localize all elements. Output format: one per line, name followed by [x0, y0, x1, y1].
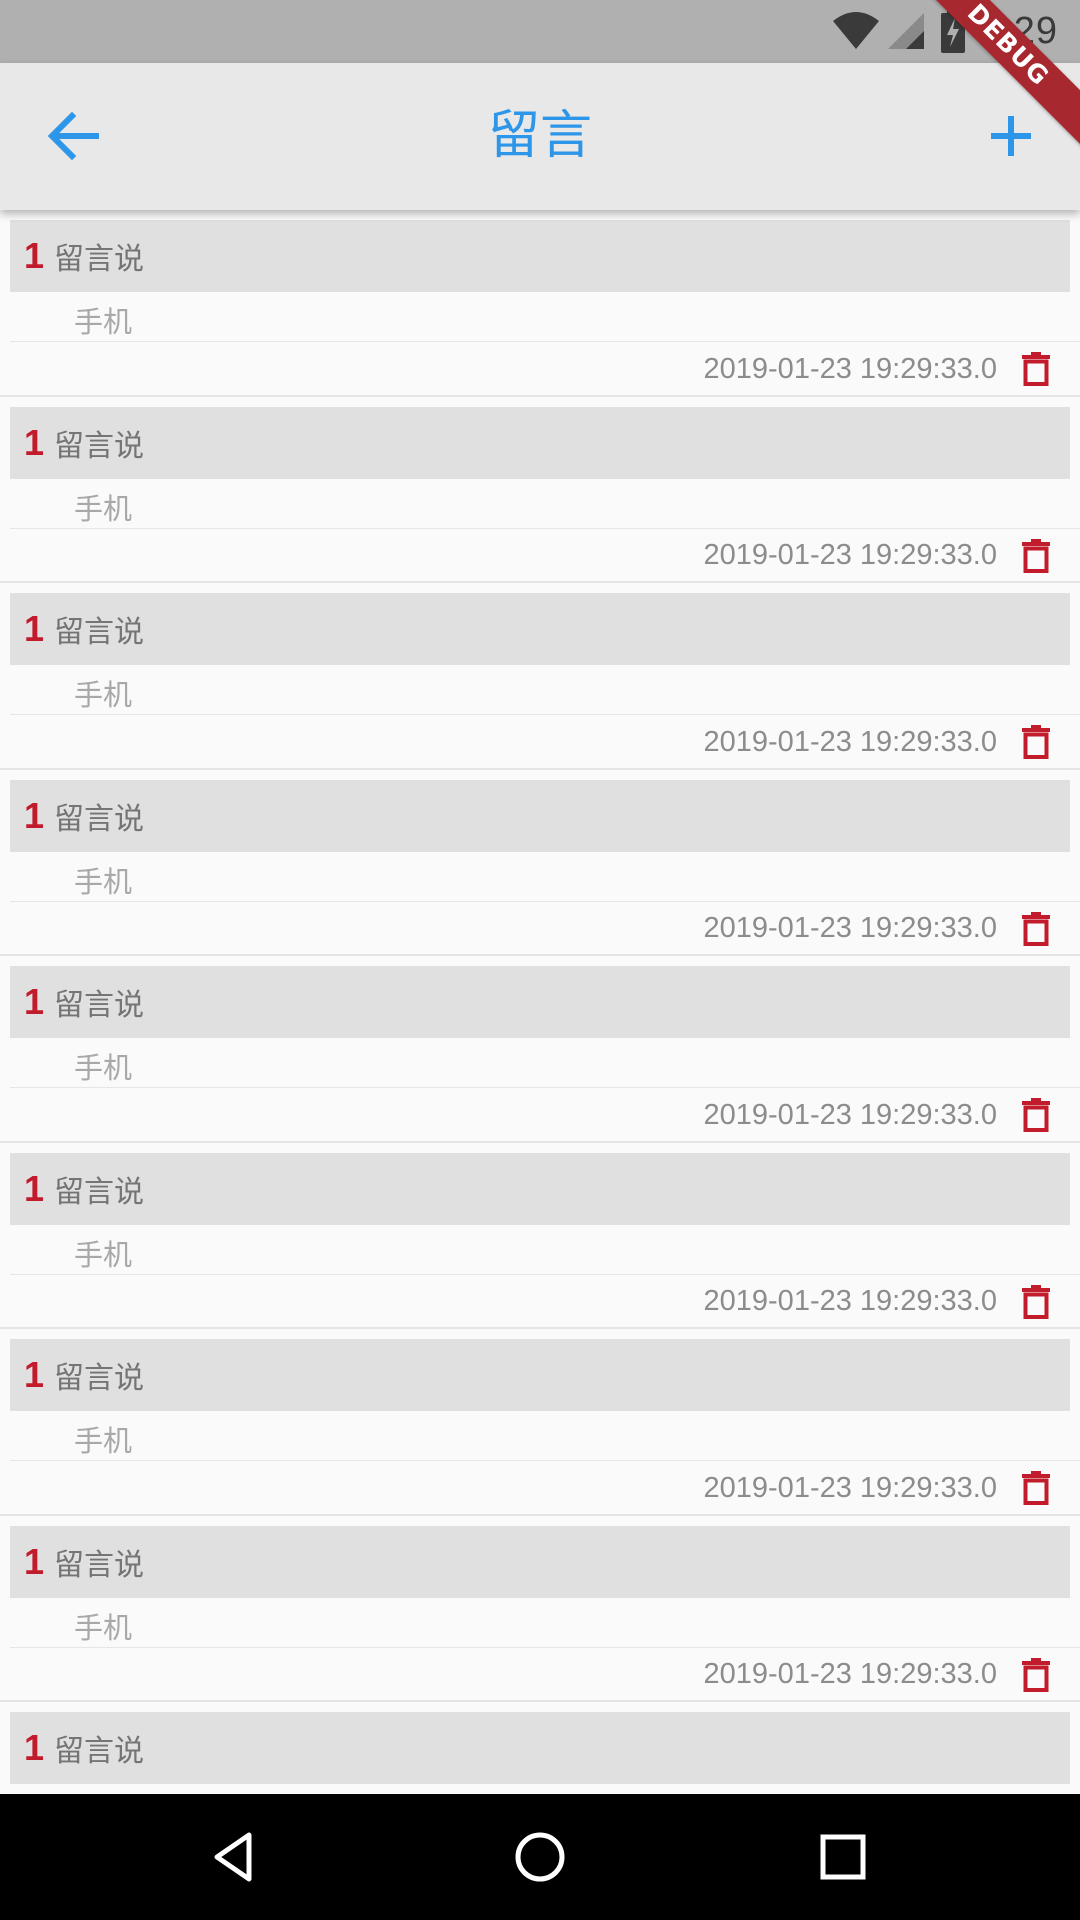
message-device: 手机: [74, 1237, 133, 1272]
message-time: 2019-01-23 19:29:33.0: [703, 912, 997, 944]
message-item[interactable]: 1 留言说 手机 2019-01-23 19:29:33.0: [0, 956, 1080, 1143]
message-time: 2019-01-23 19:29:33.0: [703, 725, 997, 758]
back-triangle-icon: [214, 1832, 252, 1882]
message-header[interactable]: 1 留言说: [10, 966, 1070, 1038]
message-divider: [10, 1273, 1080, 1275]
message-item[interactable]: 1 留言说 手机 2019-01-23 19:29:33.0: [0, 770, 1080, 956]
trash-icon: [1022, 1471, 1050, 1505]
delete-button[interactable]: [1017, 723, 1055, 761]
message-header[interactable]: 1 留言说: [10, 779, 1070, 852]
message-item[interactable]: 1 留言说 手机 2019-01-23 19:29:33.0: [0, 397, 1080, 583]
message-footer: 2019-01-23 19:29:33.0: [704, 1462, 1055, 1514]
message-divider: [10, 341, 1080, 342]
message-footer: 2019-01-23 19:29:33.0: [704, 903, 1055, 955]
message-title: 留言说: [54, 242, 145, 277]
message-time: 2019-01-23 19:29:33.0: [703, 352, 997, 385]
message-item[interactable]: 1 留言说 手机 2019-01-23 19:29:33.0: [0, 1329, 1080, 1516]
message-device: 手机: [74, 1610, 133, 1645]
home-circle-icon: [515, 1832, 565, 1882]
message-number: 1: [24, 421, 45, 463]
message-device: 手机: [74, 1051, 133, 1085]
wifi-icon: [833, 12, 880, 49]
delete-button[interactable]: [1017, 350, 1055, 388]
message-device: 手机: [74, 491, 133, 526]
message-title: 留言说: [54, 428, 145, 464]
delete-button[interactable]: [1017, 1283, 1055, 1321]
page-title: 留言: [487, 106, 592, 166]
message-title: 留言说: [54, 1174, 145, 1210]
message-list[interactable]: 1 留言说 手机 2019-01-23 19:29:33.0 1 留言说 手机 …: [0, 210, 1080, 1794]
delete-button[interactable]: [1017, 537, 1055, 575]
message-time: 2019-01-23 19:29:33.0: [703, 539, 997, 571]
message-item[interactable]: 1 留言说 手机 2019-01-23 19:29:33.0: [0, 210, 1080, 397]
trash-icon: [1022, 1284, 1050, 1319]
message-number: 1: [24, 1167, 45, 1209]
add-icon: [991, 116, 1031, 156]
message-number: 1: [24, 1540, 45, 1582]
message-footer: 2019-01-23 19:29:33.0: [704, 343, 1055, 395]
delete-button[interactable]: [1017, 1469, 1055, 1507]
message-footer: 2019-01-23 19:29:33.0: [704, 1276, 1055, 1328]
message-header[interactable]: 1 留言说: [10, 406, 1070, 479]
nav-recents-button[interactable]: [813, 1827, 873, 1887]
message-divider: [10, 527, 1080, 529]
trash-icon: [1022, 725, 1050, 759]
trash-icon: [1022, 911, 1050, 946]
delete-button[interactable]: [1017, 1656, 1055, 1694]
message-title: 留言说: [54, 1547, 145, 1583]
nav-bar: [0, 1794, 1080, 1920]
trash-icon: [1022, 1657, 1050, 1692]
add-button[interactable]: [978, 103, 1044, 169]
trash-icon: [1022, 352, 1050, 386]
message-header[interactable]: 1 留言说: [10, 1525, 1070, 1598]
message-title: 留言说: [54, 988, 145, 1023]
trash-icon: [1022, 1098, 1050, 1132]
trash-icon: [1022, 538, 1050, 573]
message-number: 1: [24, 981, 45, 1022]
message-footer: 2019-01-23 19:29:33.0: [704, 1089, 1055, 1141]
message-header[interactable]: 1 留言说: [10, 593, 1070, 665]
message-header[interactable]: 1 留言说: [10, 1339, 1070, 1411]
message-header[interactable]: 1 留言说: [10, 1152, 1070, 1225]
message-divider: [10, 1460, 1080, 1461]
message-number: 1: [24, 794, 45, 836]
message-number: 1: [24, 608, 45, 649]
message-time: 2019-01-23 19:29:33.0: [703, 1471, 997, 1504]
message-title: 留言说: [54, 801, 145, 837]
message-title: 留言说: [54, 1734, 145, 1769]
message-divider: [10, 900, 1080, 902]
message-time: 2019-01-23 19:29:33.0: [703, 1285, 997, 1317]
nav-home-button[interactable]: [510, 1827, 570, 1887]
status-bar: 7:29: [0, 0, 1080, 63]
message-device: 手机: [74, 305, 133, 339]
signal-icon: [888, 13, 925, 49]
message-item[interactable]: 1 留言说 手机 2019-01-23 19:29:33.0: [0, 1143, 1080, 1329]
app-bar: 留言: [0, 63, 1080, 210]
delete-button[interactable]: [1017, 910, 1055, 948]
message-item[interactable]: 1 留言说 手机 2019-01-23 19:29:33.0: [0, 583, 1080, 770]
message-divider: [10, 714, 1080, 715]
message-number: 1: [24, 1354, 45, 1395]
message-title: 留言说: [54, 615, 145, 650]
recents-square-icon: [820, 1834, 866, 1880]
message-item[interactable]: 1 留言说 手机 2019-01-23 19:29:33.0: [0, 1702, 1080, 1794]
message-divider: [10, 1087, 1080, 1088]
message-item[interactable]: 1 留言说 手机 2019-01-23 19:29:33.0: [0, 1516, 1080, 1702]
message-header[interactable]: 1 留言说: [10, 1712, 1070, 1784]
message-device: 手机: [74, 1424, 133, 1458]
message-time: 2019-01-23 19:29:33.0: [703, 1098, 997, 1131]
message-divider: [10, 1646, 1080, 1648]
message-footer: 2019-01-23 19:29:33.0: [704, 530, 1055, 582]
message-footer: 2019-01-23 19:29:33.0: [704, 716, 1055, 768]
message-device: 手机: [74, 864, 133, 899]
message-title: 留言说: [54, 1361, 145, 1396]
message-footer: 2019-01-23 19:29:33.0: [704, 1649, 1055, 1701]
message-number: 1: [24, 235, 45, 276]
message-number: 1: [24, 1727, 45, 1768]
delete-button[interactable]: [1017, 1096, 1055, 1134]
nav-back-button[interactable]: [205, 1827, 265, 1887]
message-time: 2019-01-23 19:29:33.0: [703, 1658, 997, 1690]
message-device: 手机: [74, 678, 133, 712]
message-header[interactable]: 1 留言说: [10, 220, 1070, 292]
